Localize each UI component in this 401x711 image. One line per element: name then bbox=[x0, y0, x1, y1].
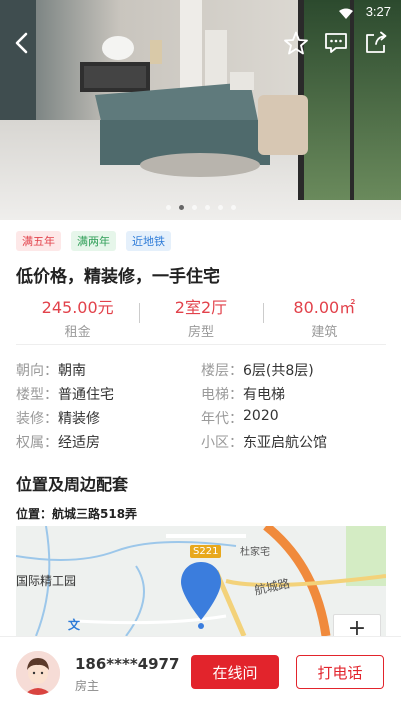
key-stats: 245.00元 租金 2室2厅 房型 80.00㎡ 建筑 bbox=[16, 294, 386, 340]
star-icon bbox=[284, 31, 308, 55]
info-label: 年代： bbox=[201, 411, 243, 427]
map-label-village: 杜家宅 bbox=[240, 547, 270, 558]
stat-value: 245.00元 bbox=[41, 298, 114, 317]
listing-title: 低价格，精装修，一手住宅 bbox=[16, 267, 220, 287]
wifi-icon bbox=[339, 5, 353, 24]
back-button[interactable] bbox=[10, 30, 36, 56]
stat-area: 80.00㎡ 建筑 bbox=[262, 294, 386, 340]
info-label: 朝向： bbox=[16, 363, 58, 379]
pagination-dot[interactable] bbox=[204, 205, 210, 210]
favorite-button[interactable] bbox=[283, 30, 309, 56]
share-button[interactable] bbox=[363, 30, 389, 56]
online-chat-button[interactable]: 在线问 bbox=[191, 655, 279, 689]
stat-value: 2室2厅 bbox=[174, 298, 228, 317]
location-section-title: 位置及周边配套 bbox=[16, 475, 129, 494]
info-value: 2020 bbox=[243, 408, 279, 424]
photo-pagination bbox=[0, 205, 401, 210]
info-label: 装修： bbox=[16, 411, 58, 427]
map-label-highway: S221 bbox=[190, 545, 222, 558]
share-icon bbox=[366, 31, 387, 53]
info-value: 普通住宅 bbox=[58, 387, 114, 403]
tag-near-subway: 近地铁 bbox=[126, 231, 171, 251]
pagination-dot[interactable] bbox=[165, 205, 171, 210]
info-label: 楼型： bbox=[16, 387, 58, 403]
back-icon bbox=[15, 32, 28, 54]
avatar-image bbox=[16, 651, 60, 695]
tag-five-years: 满五年 bbox=[16, 231, 61, 251]
stat-value: 80.00㎡ bbox=[293, 298, 356, 317]
info-row: 楼型： 普通住宅 电梯： 有电梯 bbox=[16, 384, 386, 408]
divider bbox=[16, 344, 386, 345]
status-time: 3:27 bbox=[365, 4, 391, 19]
pagination-dot[interactable] bbox=[230, 205, 236, 210]
info-value: 东亚启航公馆 bbox=[243, 435, 327, 451]
info-row: 朝向： 朝南 楼层： 6层(共8层) bbox=[16, 360, 386, 384]
info-label: 权属： bbox=[16, 435, 58, 451]
map-label-wen: 文 bbox=[68, 618, 81, 632]
message-icon bbox=[325, 33, 347, 53]
avatar[interactable] bbox=[16, 651, 60, 695]
owner-role: 房主 bbox=[75, 679, 100, 693]
stat-rent: 245.00元 租金 bbox=[16, 294, 139, 340]
info-value: 精装修 bbox=[58, 411, 100, 427]
map-zoom-in-button[interactable]: + bbox=[333, 614, 381, 641]
stat-label: 租金 bbox=[64, 325, 91, 340]
info-label: 小区： bbox=[201, 435, 243, 451]
location-address: 位置：航城三路518弄 bbox=[16, 507, 138, 521]
owner-phone: 186****4977 bbox=[75, 655, 180, 673]
info-value: 朝南 bbox=[58, 363, 86, 379]
info-value: 有电梯 bbox=[243, 387, 285, 403]
tag-list: 满五年 满两年 近地铁 bbox=[16, 231, 171, 251]
pagination-dot[interactable] bbox=[191, 205, 197, 210]
contact-bar: 186****4977 房主 在线问 打电话 bbox=[0, 636, 401, 711]
info-value: 经适房 bbox=[58, 435, 100, 451]
location-pin-icon bbox=[179, 560, 223, 634]
info-value: 6层(共8层) bbox=[243, 363, 314, 379]
location-map[interactable]: S221 杜家宅 国际精工园 航城路 文 bbox=[16, 526, 386, 636]
info-row: 权属： 经适房 小区： 东亚启航公馆 bbox=[16, 432, 386, 456]
property-info: 朝向： 朝南 楼层： 6层(共8层) 楼型： 普通住宅 电梯： 有电梯 装修： 精装修 年… bbox=[16, 360, 386, 456]
hero-action-icons bbox=[283, 30, 389, 56]
call-button[interactable]: 打电话 bbox=[296, 655, 384, 689]
stat-label: 建筑 bbox=[311, 325, 338, 340]
map-label-park: 国际精工园 bbox=[16, 574, 77, 588]
status-bar: 3:27 bbox=[0, 0, 401, 24]
info-label: 楼层： bbox=[201, 363, 243, 379]
pagination-dot[interactable] bbox=[178, 205, 184, 210]
pagination-dot[interactable] bbox=[217, 205, 223, 210]
info-label: 电梯： bbox=[201, 387, 243, 403]
stat-layout: 2室2厅 房型 bbox=[139, 294, 262, 340]
stat-label: 房型 bbox=[187, 325, 214, 340]
tag-two-years: 满两年 bbox=[71, 231, 116, 251]
message-button[interactable] bbox=[323, 30, 349, 56]
info-row: 装修： 精装修 年代： 2020 bbox=[16, 408, 386, 432]
